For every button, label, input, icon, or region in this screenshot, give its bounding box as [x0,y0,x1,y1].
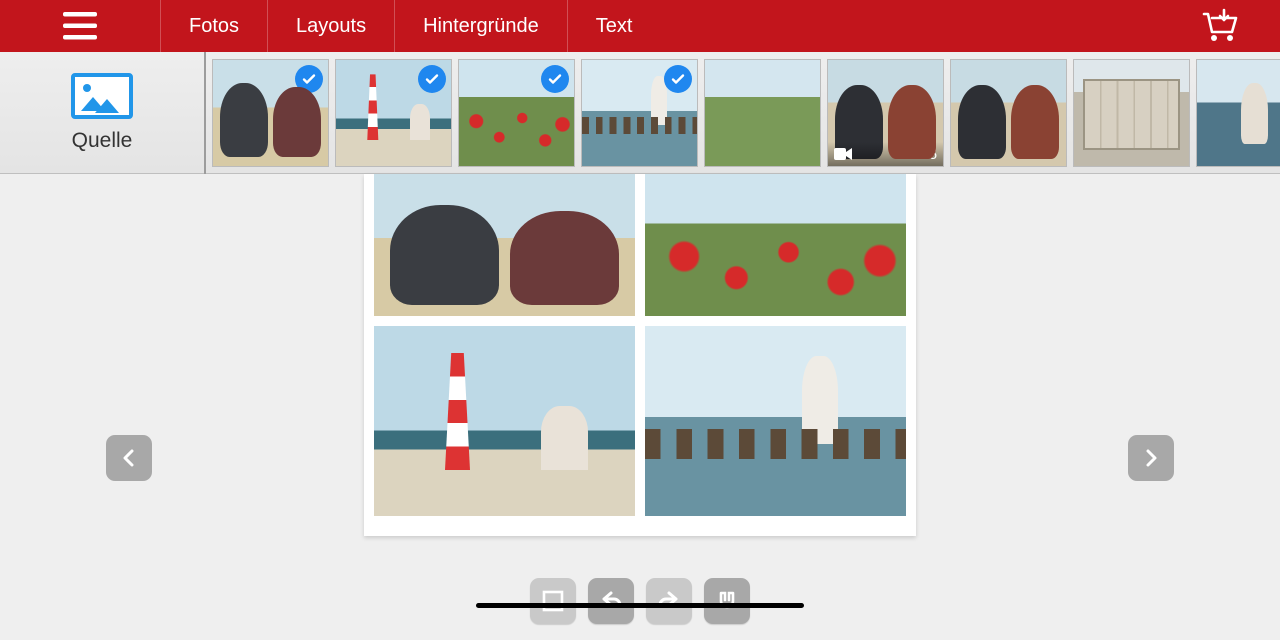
selected-check-icon [295,65,323,93]
snap-button[interactable] [704,578,750,624]
layout-page[interactable] [364,174,916,536]
nav-tab-fotos[interactable]: Fotos [160,0,267,52]
source-button[interactable]: Quelle [0,52,206,174]
thumbnail-two-friends[interactable] [950,59,1067,167]
nav-tab-label: Fotos [189,15,239,38]
redo-icon [656,588,682,614]
source-label: Quelle [72,129,133,153]
canvas-area [0,174,1280,640]
cart-button[interactable] [1160,8,1280,44]
redo-button [646,578,692,624]
thumbnail-lighthouse-bike[interactable] [335,59,452,167]
thumbnail-beach-cabin[interactable] [1073,59,1190,167]
nav-tab-label: Layouts [296,15,366,38]
thumbnail-grass-sky[interactable] [704,59,821,167]
thumbnail-selfie-beach[interactable] [212,59,329,167]
layout-cell-lighthouse-bike[interactable] [374,326,635,516]
selected-check-icon [664,65,692,93]
cart-download-icon [1200,8,1240,44]
picture-icon [71,73,133,119]
thumbnail-selfie-video[interactable]: 0:15 [827,59,944,167]
chevron-left-icon [119,448,139,468]
layout-cell-poppy-field[interactable] [645,174,906,316]
nav-tab-layouts[interactable]: Layouts [267,0,394,52]
top-nav: Fotos Layouts Hintergründe Text [0,0,1280,52]
thumbnail-groyne-walk[interactable] [581,59,698,167]
layout-cell-groyne-walk[interactable] [645,326,906,516]
snap-icon [714,588,740,614]
layout-cell-selfie-beach[interactable] [374,174,635,316]
fullscreen-icon [540,588,566,614]
nav-tab-text[interactable]: Text [567,0,661,52]
undo-button[interactable] [588,578,634,624]
menu-button[interactable] [0,12,160,40]
nav-tab-hintergründe[interactable]: Hintergründe [394,0,567,52]
hamburger-icon [63,12,97,40]
prev-page-button[interactable] [106,435,152,481]
nav-tab-label: Hintergründe [423,15,539,38]
video-icon [834,147,852,161]
thumbnail-list: 0:15 [206,53,1280,173]
thumbnail-portrait-stripes[interactable] [1196,59,1280,167]
home-indicator [476,603,804,608]
nav-tab-label: Text [596,15,633,38]
thumbnail-strip: Quelle 0:15 [0,52,1280,174]
chevron-right-icon [1141,448,1161,468]
undo-icon [598,588,624,614]
fullscreen-button [530,578,576,624]
edit-toolbar [530,578,750,624]
next-page-button[interactable] [1128,435,1174,481]
selected-check-icon [418,65,446,93]
selected-check-icon [541,65,569,93]
thumbnail-poppy-field[interactable] [458,59,575,167]
video-duration: 0:15 [910,146,937,162]
video-metadata: 0:15 [828,142,943,166]
